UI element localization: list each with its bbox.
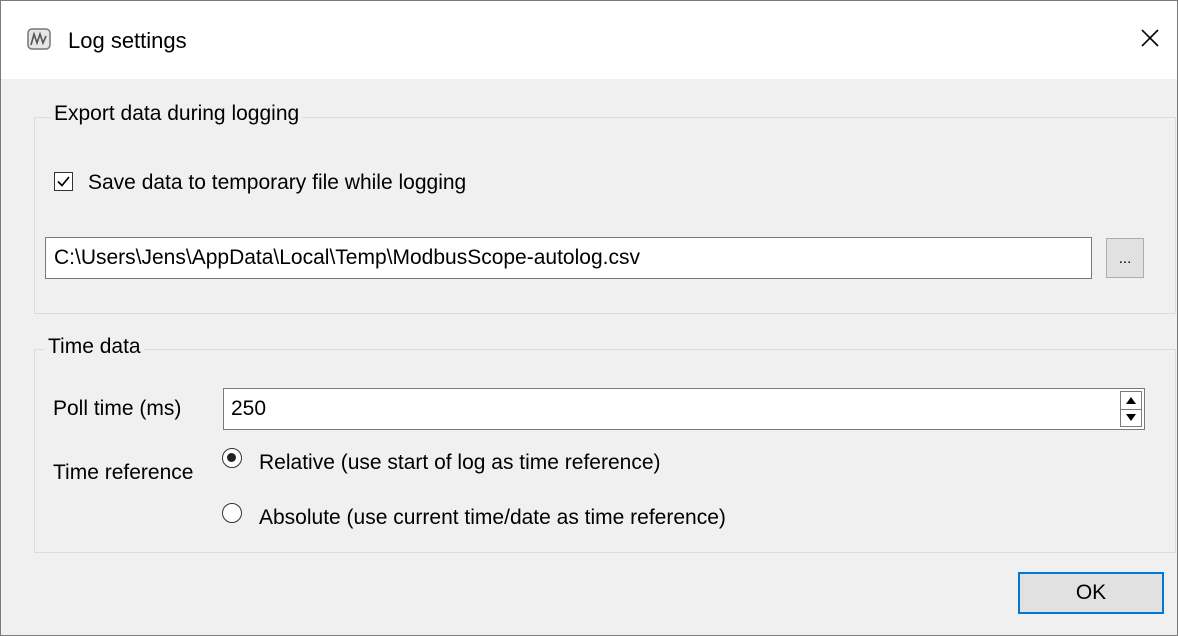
arrow-up-icon (1126, 397, 1136, 404)
window-title: Log settings (68, 28, 187, 53)
time-group-legend: Time data (45, 334, 144, 360)
close-icon (1141, 29, 1159, 47)
poll-time-spinbox[interactable]: 250 (223, 388, 1145, 430)
relative-radio[interactable] (222, 448, 242, 468)
checkmark-icon (57, 176, 70, 187)
file-path-input[interactable]: C:\Users\Jens\AppData\Local\Temp\ModbusS… (45, 237, 1092, 279)
save-temp-file-checkbox[interactable] (54, 172, 73, 191)
poll-time-value: 250 (231, 397, 267, 420)
ok-button[interactable]: OK (1018, 572, 1164, 614)
log-settings-dialog: Log settings Export data during logging … (0, 0, 1178, 636)
close-button[interactable] (1127, 15, 1173, 61)
save-temp-file-label[interactable]: Save data to temporary file while loggin… (88, 170, 466, 196)
spin-up-button[interactable] (1121, 392, 1141, 410)
absolute-radio[interactable] (222, 503, 242, 523)
browse-button[interactable]: ... (1106, 238, 1144, 278)
app-icon (27, 28, 51, 50)
relative-option-label[interactable]: Relative (use start of log as time refer… (259, 450, 661, 476)
absolute-option-label[interactable]: Absolute (use current time/date as time … (259, 505, 726, 531)
export-group-legend: Export data during logging (51, 101, 303, 127)
time-reference-label: Time reference (53, 461, 194, 484)
export-data-group (34, 117, 1176, 314)
spin-down-button[interactable] (1121, 409, 1141, 426)
poll-time-label: Poll time (ms) (53, 397, 182, 420)
spin-buttons (1120, 391, 1142, 427)
arrow-down-icon (1126, 414, 1136, 421)
title-bar: Log settings (1, 1, 1177, 79)
radio-selected-dot (227, 453, 236, 462)
